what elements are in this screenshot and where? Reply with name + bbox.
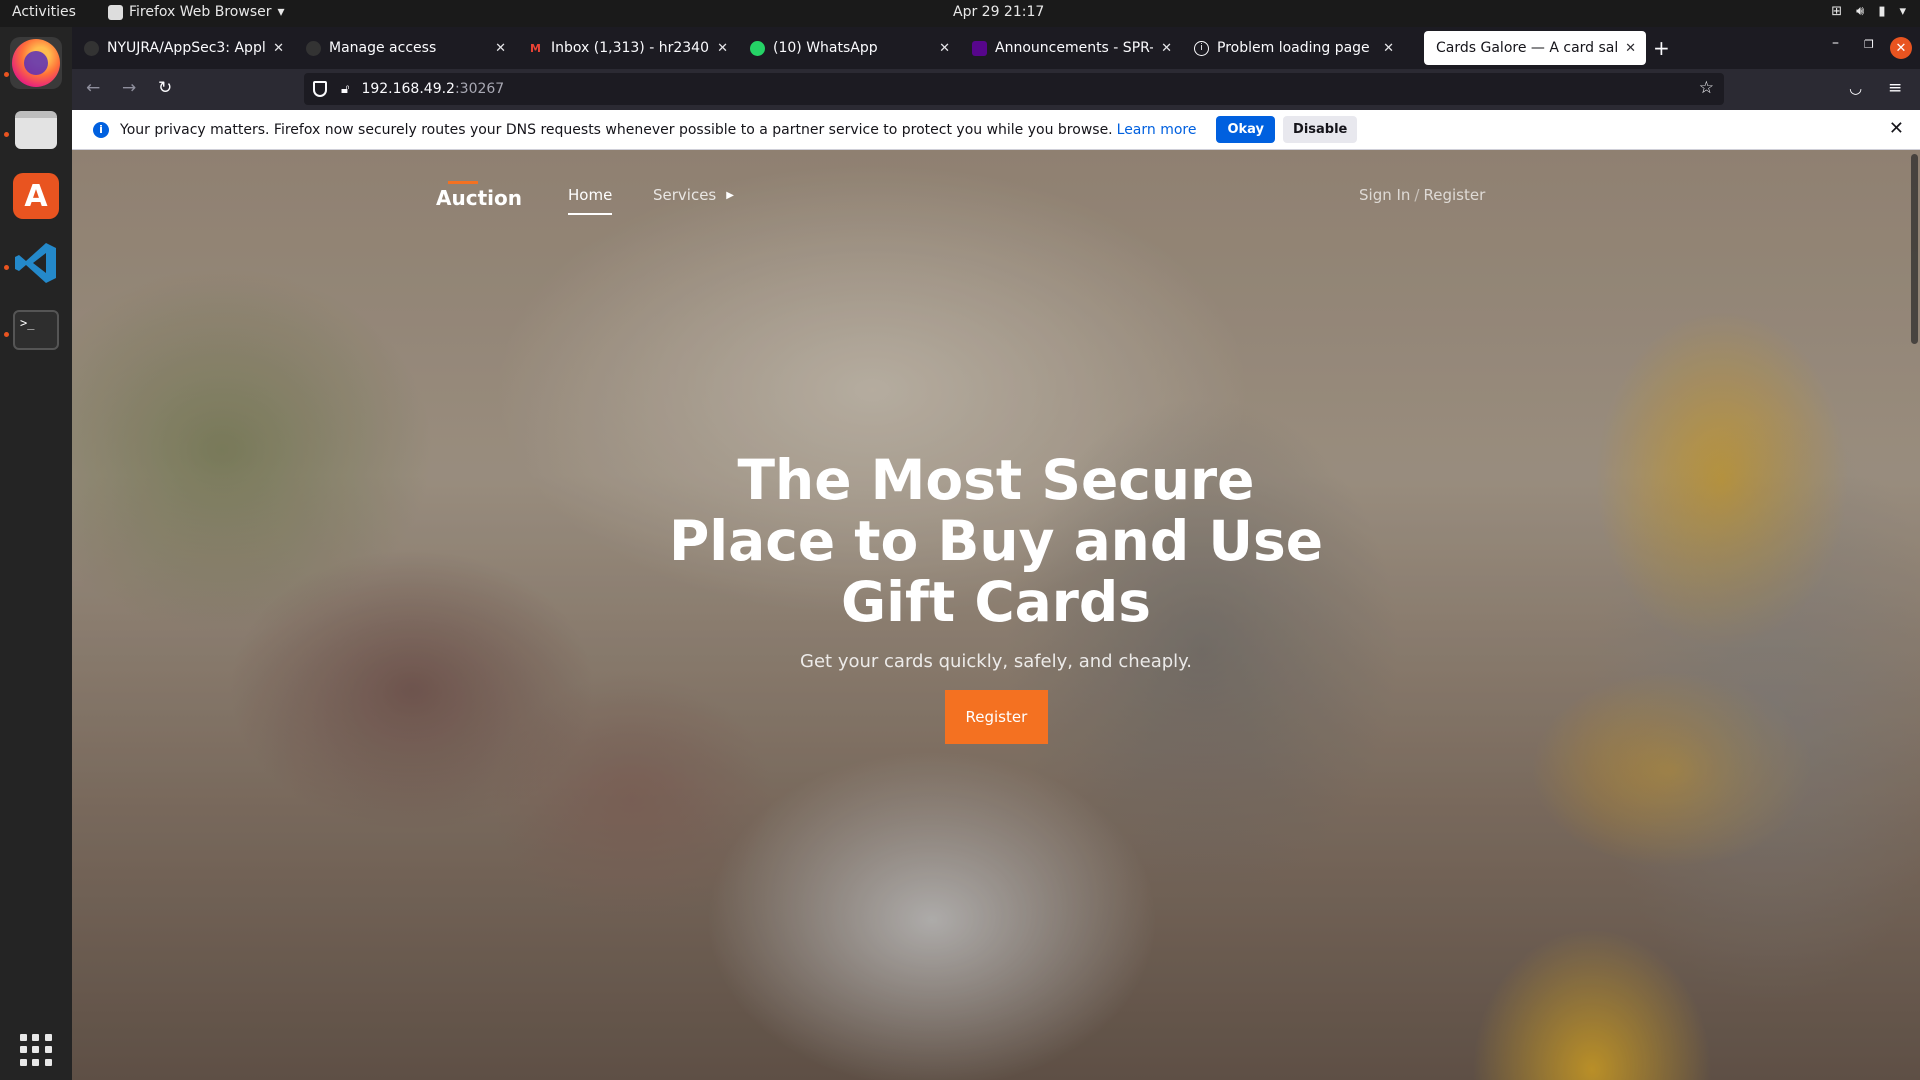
firefox-window: NYUJRA/AppSec3: Applic ✕ Manage access ✕… xyxy=(72,27,1920,1080)
url-port: :30267 xyxy=(454,81,505,97)
hero-section: The Most Secure Place to Buy and Use Gif… xyxy=(72,450,1920,744)
clock[interactable]: Apr 29 21:17 xyxy=(953,4,1044,20)
system-top-bar: Activities Firefox Web Browser ▾ Apr 29 … xyxy=(0,0,1920,27)
tab-gmail-inbox[interactable]: M Inbox (1,313) - hr2340@n ✕ xyxy=(516,31,738,65)
caret-right-icon: ▶ xyxy=(726,189,734,201)
tab-strip: NYUJRA/AppSec3: Applic ✕ Manage access ✕… xyxy=(72,27,1920,69)
whatsapp-icon xyxy=(750,40,765,56)
okay-button[interactable]: Okay xyxy=(1216,116,1276,143)
site-logo[interactable]: Auction xyxy=(436,181,522,210)
ubuntu-software-icon: A xyxy=(13,173,59,219)
info-icon: i xyxy=(1194,40,1209,56)
running-indicator xyxy=(4,132,9,137)
show-applications-icon[interactable] xyxy=(20,1034,52,1066)
notification-message: Your privacy matters. Firefox now secure… xyxy=(120,121,1113,138)
close-icon[interactable]: ✕ xyxy=(1383,41,1394,56)
dock-terminal[interactable]: >_ xyxy=(10,304,62,356)
activities-button[interactable]: Activities xyxy=(12,4,76,20)
navigation-toolbar: ← → ↻ 🔓︎ 192.168.49.2:30267 ☆ ◡ ≡ xyxy=(72,69,1920,110)
terminal-icon: >_ xyxy=(13,310,59,350)
nav-services-dropdown[interactable]: Services ▶ xyxy=(653,186,734,204)
running-indicator xyxy=(4,265,9,270)
nav-home-link[interactable]: Home xyxy=(568,186,613,215)
network-icon: ⊞ xyxy=(1831,4,1843,19)
learn-more-link[interactable]: Learn more xyxy=(1117,122,1197,138)
dock-ubuntu-software[interactable]: A xyxy=(10,170,62,222)
close-window-button[interactable]: ✕ xyxy=(1890,37,1912,59)
brightspace-icon xyxy=(972,40,987,56)
github-icon xyxy=(84,40,99,56)
hero-subtitle: Get your cards quickly, safely, and chea… xyxy=(800,651,1192,672)
chevron-down-icon: ▾ xyxy=(1899,4,1906,19)
privacy-notification-bar: i Your privacy matters. Firefox now secu… xyxy=(72,110,1920,150)
github-icon xyxy=(306,40,321,56)
close-icon[interactable]: ✕ xyxy=(1625,41,1636,56)
url-host: 192.168.49.2 xyxy=(361,81,455,97)
tab-github-appsec[interactable]: NYUJRA/AppSec3: Applic ✕ xyxy=(72,31,294,65)
battery-icon: ▮ xyxy=(1878,4,1886,19)
hero-title: The Most Secure Place to Buy and Use Gif… xyxy=(668,448,1324,634)
register-link[interactable]: Register xyxy=(1423,186,1485,204)
dock-files[interactable] xyxy=(10,104,62,156)
running-indicator xyxy=(4,332,9,337)
dock-vscode[interactable] xyxy=(10,237,62,289)
close-icon[interactable]: ✕ xyxy=(717,41,728,56)
chevron-down-icon: ▾ xyxy=(277,4,285,20)
restore-button[interactable]: ❐ xyxy=(1864,38,1874,51)
system-tray[interactable]: ⊞ 🔊︎ ▮ ▾ xyxy=(1831,4,1906,19)
close-icon[interactable]: ✕ xyxy=(1889,118,1904,139)
url-bar[interactable]: 🔓︎ 192.168.49.2:30267 ☆ xyxy=(304,73,1724,105)
firefox-mini-icon xyxy=(108,4,123,20)
page-viewport: Auction Home Services ▶ Sign In / Register… xyxy=(72,150,1920,1080)
bookmark-star-icon[interactable]: ☆ xyxy=(1699,78,1714,98)
dock-firefox[interactable] xyxy=(10,37,62,89)
tab-cards-galore[interactable]: Cards Galore — A card sale s ✕ xyxy=(1424,31,1646,65)
insecure-lock-icon[interactable]: 🔓︎ xyxy=(341,82,349,97)
close-icon[interactable]: ✕ xyxy=(939,41,950,56)
close-icon[interactable]: ✕ xyxy=(273,41,284,56)
tracking-protection-shield-icon[interactable] xyxy=(313,81,327,97)
new-tab-button[interactable]: + xyxy=(1653,36,1670,60)
pocket-icon[interactable]: ◡ xyxy=(1849,79,1862,97)
app-menu-label: Firefox Web Browser xyxy=(129,4,272,20)
firefox-icon xyxy=(12,39,60,87)
app-menu[interactable]: Firefox Web Browser ▾ xyxy=(108,4,285,20)
nav-auth-links: Sign In / Register xyxy=(1359,186,1485,204)
sign-in-link[interactable]: Sign In xyxy=(1359,186,1410,204)
close-icon[interactable]: ✕ xyxy=(1161,41,1172,56)
vscode-icon xyxy=(13,240,59,286)
forward-button[interactable]: → xyxy=(122,78,136,98)
files-icon xyxy=(15,111,57,149)
nav-services-label: Services xyxy=(653,186,717,204)
gmail-icon: M xyxy=(530,41,541,55)
nav-separator: / xyxy=(1414,186,1420,204)
tab-problem-loading[interactable]: i Problem loading page ✕ xyxy=(1182,31,1404,65)
volume-icon: 🔊︎ xyxy=(1856,4,1865,19)
tab-manage-access[interactable]: Manage access ✕ xyxy=(294,31,516,65)
menu-icon[interactable]: ≡ xyxy=(1888,78,1902,98)
back-button[interactable]: ← xyxy=(86,78,100,98)
tab-announcements[interactable]: Announcements - SPR-20 ✕ xyxy=(960,31,1182,65)
minimize-button[interactable]: – xyxy=(1832,35,1839,51)
reload-button[interactable]: ↻ xyxy=(158,78,172,98)
info-icon: i xyxy=(93,121,109,138)
close-icon[interactable]: ✕ xyxy=(495,41,506,56)
tab-whatsapp[interactable]: (10) WhatsApp ✕ xyxy=(738,31,960,65)
site-navbar: Auction Home Services ▶ Sign In / Register xyxy=(72,150,1920,240)
disable-button[interactable]: Disable xyxy=(1283,116,1358,143)
dock: A >_ xyxy=(0,27,72,1080)
running-indicator xyxy=(4,72,9,77)
hero-register-button[interactable]: Register xyxy=(944,690,1048,744)
